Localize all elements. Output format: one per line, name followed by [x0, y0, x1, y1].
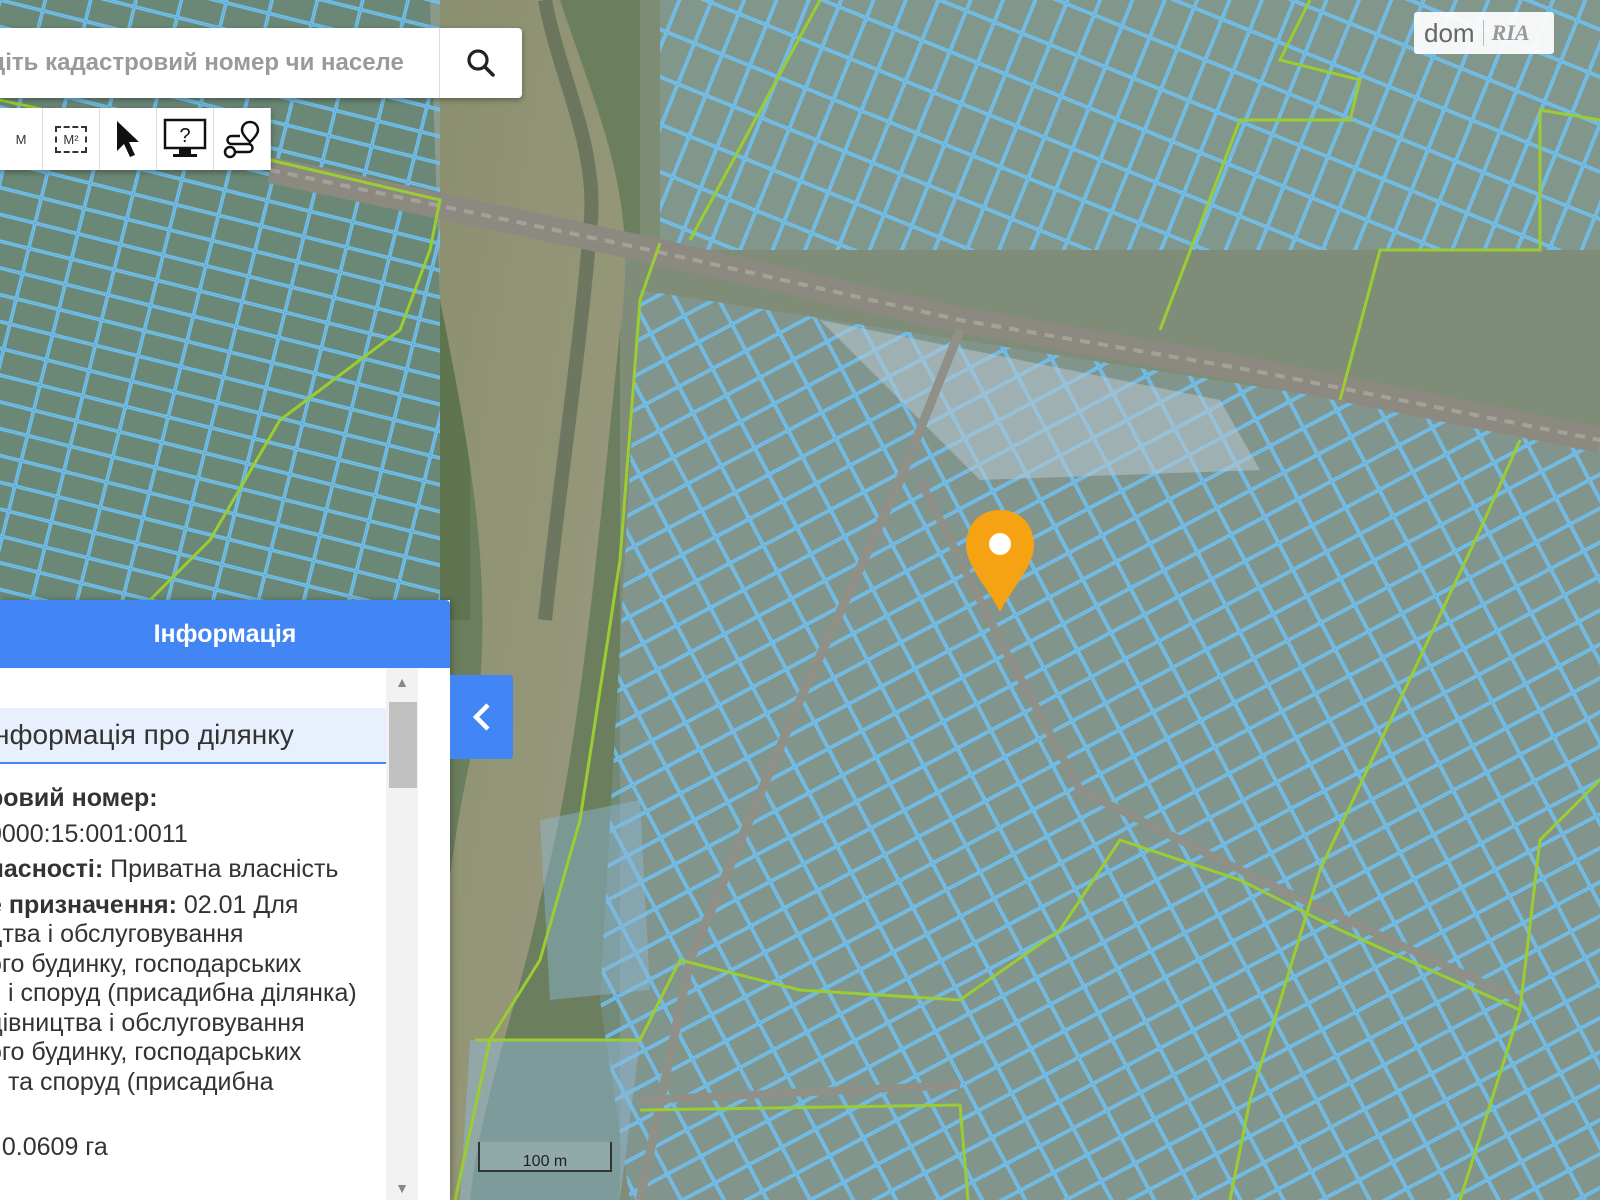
purpose-line: ого будинку, господарських [0, 949, 302, 978]
measure-length-icon: М [15, 131, 27, 147]
cadastral-value: 0000:15:001:0011 [0, 819, 188, 848]
purpose-row: е призначення: 02.01 Для [0, 891, 408, 921]
info-button[interactable]: ? [157, 108, 214, 170]
cadastral-label-row: ровий номер: [0, 784, 408, 814]
purpose-line: ь і споруд (присадибна ділянка) [0, 979, 357, 1007]
ownership-row: ласності: Приватна власність [0, 855, 408, 885]
purpose-label: е призначення: [0, 890, 177, 919]
map-scale-bar: 100 m [478, 1142, 612, 1172]
measure-area-button[interactable]: М² [43, 108, 100, 170]
route-button[interactable] [214, 108, 271, 170]
purpose-line: 02.01 Для [176, 890, 299, 919]
parcel-info: ровий номер: 0000:15:001:0011 ласності: … [0, 784, 408, 1168]
ownership-label: ласності: [0, 855, 104, 883]
search-bar [0, 28, 522, 98]
select-button[interactable] [100, 108, 157, 170]
scroll-down-arrow-icon[interactable]: ▼ [386, 1176, 418, 1200]
chevron-left-icon [472, 703, 490, 731]
area-value: : 0.0609 га [0, 1132, 108, 1161]
logo-dom-text: dom [1424, 17, 1475, 48]
scroll-up-arrow-icon[interactable]: ▲ [386, 670, 418, 694]
ownership-value: Приватна власність [103, 855, 339, 883]
svg-text:?: ? [179, 125, 190, 147]
purpose-line: ) [0, 1097, 408, 1127]
purpose-line: ого будинку, господарських [0, 1038, 302, 1066]
measure-area-icon: М² [55, 125, 87, 153]
monitor-help-icon: ? [163, 118, 207, 157]
scroll-thumb[interactable] [389, 702, 417, 788]
section-title: нформація про ділянку [0, 708, 394, 764]
info-panel: Інформація нформація про ділянку ровий н… [0, 600, 450, 1200]
logo-ria-text: RIA [1491, 20, 1530, 45]
cadastral-label: ровий номер: [0, 784, 158, 812]
route-icon [223, 120, 260, 159]
panel-scrollbar[interactable]: ▲ ▼ [386, 668, 418, 1200]
measure-length-button[interactable]: М [0, 108, 43, 170]
map-toolbar: М М² ? [0, 108, 271, 170]
panel-body[interactable]: нформація про ділянку ровий номер: 0000:… [0, 668, 418, 1200]
collapse-panel-button[interactable] [450, 675, 513, 759]
purpose-line: ь та споруд (присадибна [0, 1067, 274, 1096]
purpose-line: цтва і обслуговування [0, 920, 244, 948]
domria-logo: dom RIA [1414, 12, 1554, 54]
pointer-icon [117, 121, 139, 157]
purpose-line: дівництва і обслуговування [0, 1008, 305, 1037]
panel-header: Інформація [0, 600, 450, 668]
search-button[interactable] [439, 28, 522, 98]
search-input[interactable] [0, 28, 440, 98]
search-icon [467, 49, 495, 77]
logo-divider [1482, 20, 1484, 46]
